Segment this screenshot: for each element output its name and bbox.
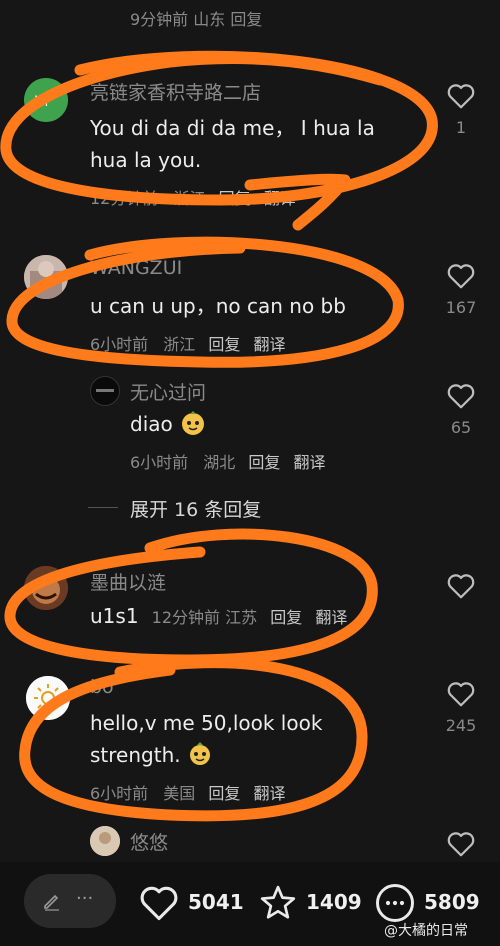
favorite-total: 1409: [306, 890, 362, 914]
like-total: 5041: [188, 890, 244, 914]
comment-total: 5809: [424, 890, 480, 914]
pencil-icon: [44, 894, 59, 911]
annotation-circles: [0, 50, 438, 822]
watermark: @大橘的日常: [384, 923, 468, 939]
annotation-circle-1: [0, 50, 438, 231]
more-icon[interactable]: ···: [76, 888, 93, 909]
star-icon[interactable]: [258, 884, 298, 922]
comment-input-pill[interactable]: ···: [24, 874, 116, 928]
comment-bubble-icon[interactable]: [374, 882, 416, 924]
annotation-circle-4: [19, 657, 368, 822]
annotation-circle-2: [6, 236, 404, 368]
heart-icon[interactable]: [138, 884, 180, 922]
annotation-circle-3: [4, 528, 378, 666]
